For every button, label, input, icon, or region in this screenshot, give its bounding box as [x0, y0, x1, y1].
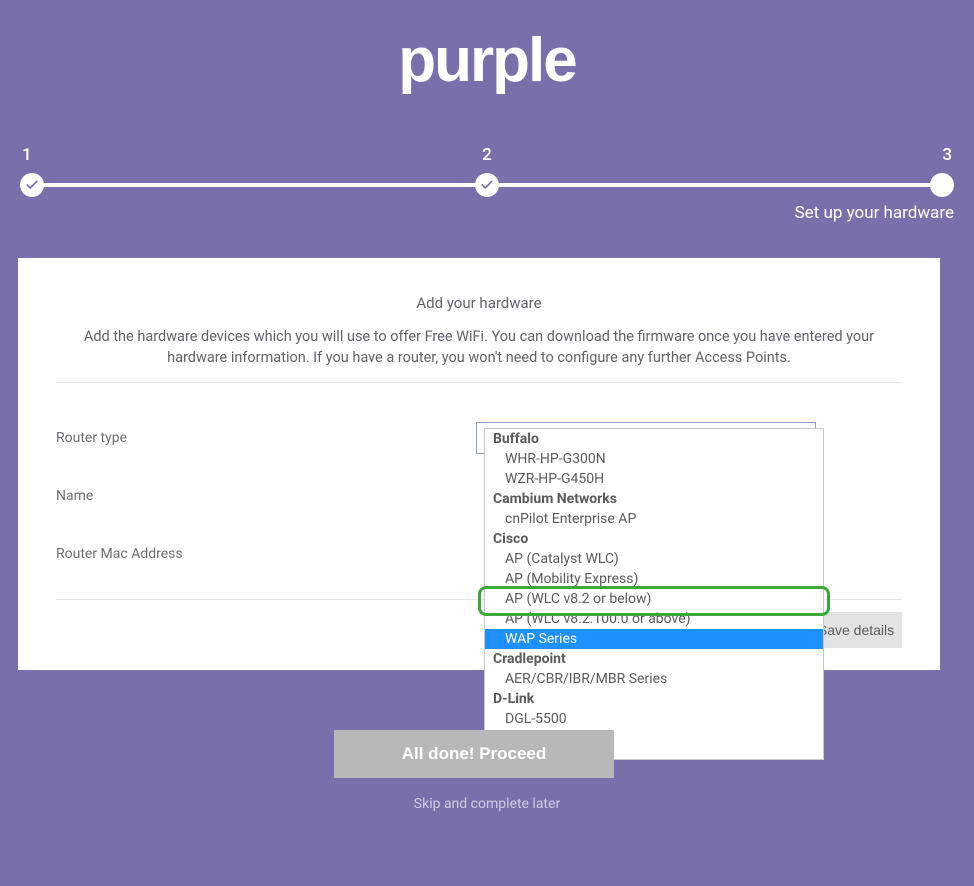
step-2-dot [475, 173, 499, 197]
name-label: Name [56, 488, 476, 504]
dropdown-item[interactable]: cnPilot Enterprise AP [485, 509, 823, 529]
dropdown-group: Buffalo [485, 429, 823, 449]
dropdown-item[interactable]: AP (Catalyst WLC) [485, 549, 823, 569]
card-title: Add your hardware [56, 294, 902, 312]
dropdown-item[interactable]: WAP Series [485, 629, 823, 649]
dropdown-group: D-Link [485, 689, 823, 709]
check-icon [480, 178, 494, 192]
dropdown-item[interactable]: DGL-5500 [485, 709, 823, 729]
dropdown-item[interactable]: AP (WLC v8.2 or below) [485, 589, 823, 609]
dropdown-group: Cambium Networks [485, 489, 823, 509]
dropdown-scroll[interactable]: BuffaloWHR-HP-G300NWZR-HP-G450HCambium N… [485, 429, 823, 759]
dropdown-group: Cisco [485, 529, 823, 549]
step-2-number: 2 [482, 145, 492, 165]
dropdown-group: Cradlepoint [485, 649, 823, 669]
dropdown-item[interactable]: WZR-HP-G450H [485, 469, 823, 489]
step-3-dot [930, 173, 954, 197]
hardware-type-dropdown[interactable]: BuffaloWHR-HP-G300NWZR-HP-G450HCambium N… [484, 428, 824, 760]
dropdown-item[interactable]: AP (Mobility Express) [485, 569, 823, 589]
step-1-number: 1 [22, 145, 32, 165]
brand-logo: purple [398, 30, 575, 92]
card-description: Add the hardware devices which you will … [56, 326, 902, 368]
dropdown-item[interactable]: AER/CBR/IBR/MBR Series [485, 669, 823, 689]
dropdown-item[interactable]: AP (WLC v8.2.100.0 or above) [485, 609, 823, 629]
router-mac-label: Router Mac Address [56, 546, 476, 562]
progress-stepper: 1 2 3 [20, 145, 954, 199]
check-icon [25, 178, 39, 192]
proceed-button[interactable]: All done! Proceed [334, 730, 614, 778]
dropdown-item[interactable]: WHR-HP-G300N [485, 449, 823, 469]
step-1-dot [20, 173, 44, 197]
step-3-number: 3 [942, 145, 952, 165]
skip-link[interactable]: Skip and complete later [0, 796, 974, 812]
router-type-label: Router type [56, 430, 476, 446]
current-step-label: Set up your hardware [795, 203, 954, 223]
divider [56, 382, 902, 383]
